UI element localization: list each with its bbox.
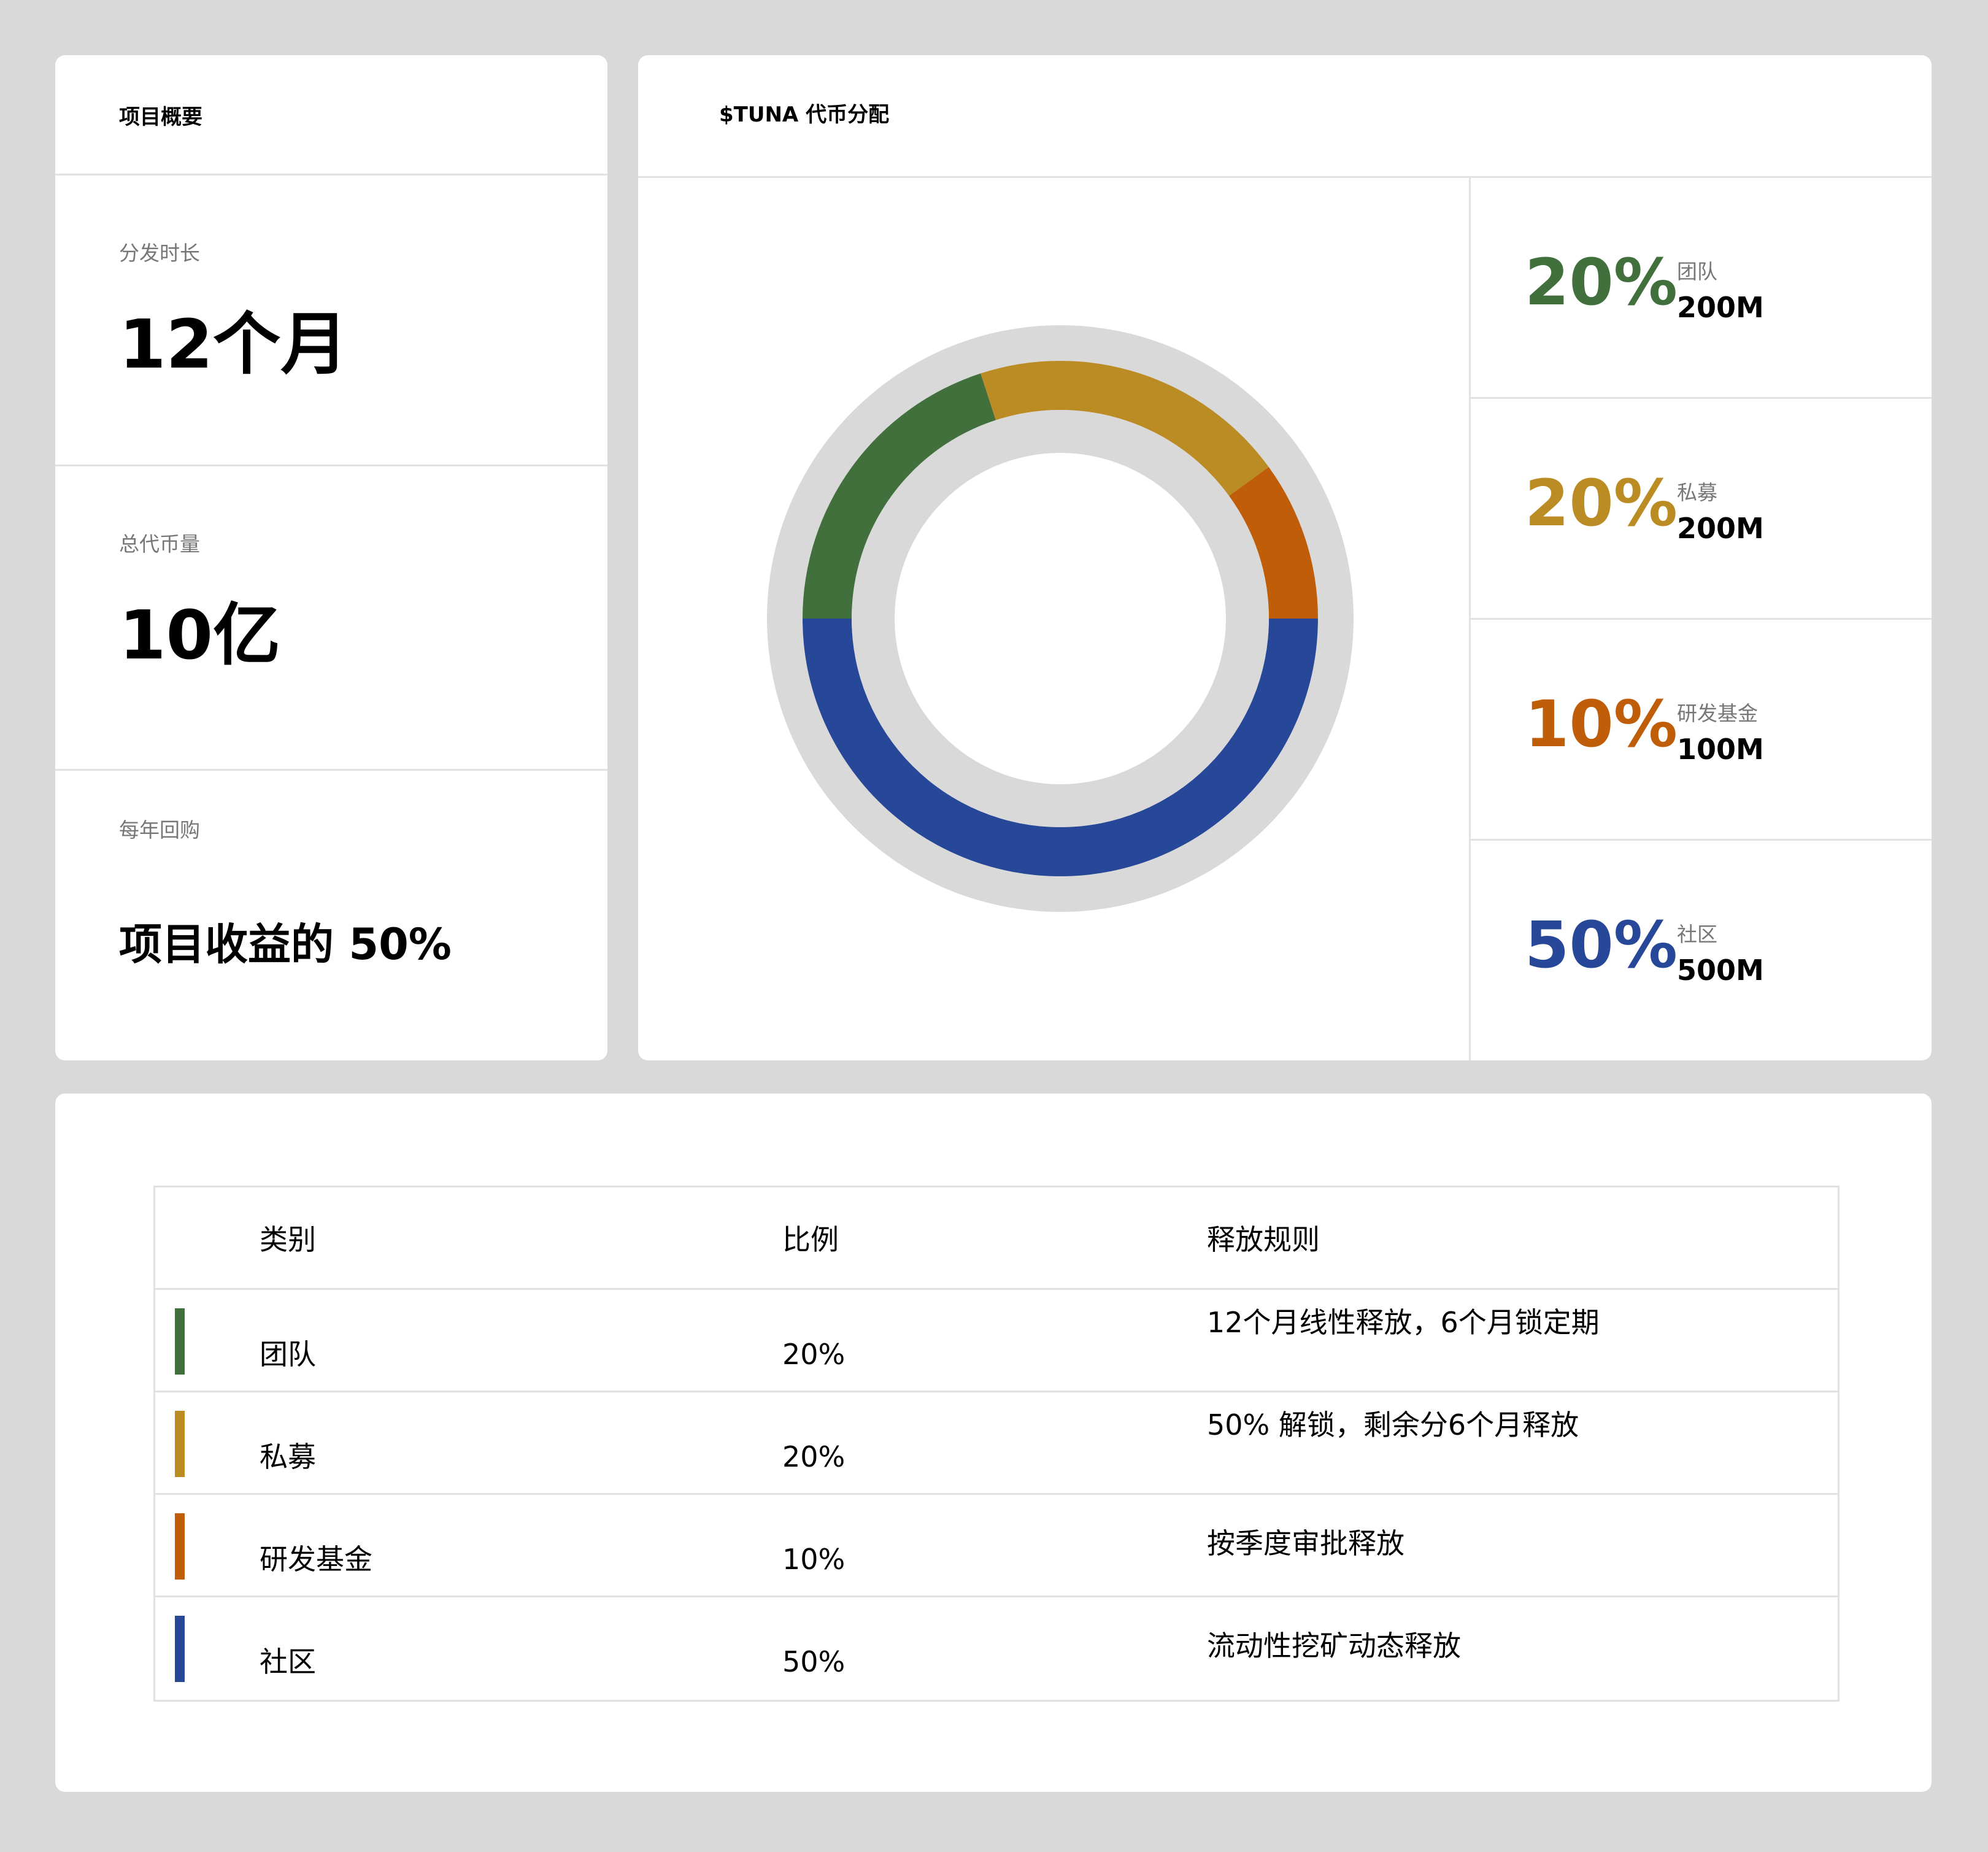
table-row: 研发基金 10% 按季度审批释放 [155, 1495, 1838, 1597]
legend-percent: 20% [1525, 466, 1678, 541]
header-rule: 释放规则 [1207, 1223, 1320, 1256]
legend-amount: 100M [1677, 733, 1764, 766]
stat-label: 分发时长 [119, 241, 200, 265]
stat-distribution-duration: 分发时长 12个月 [55, 176, 607, 466]
cell-ratio: 20% [782, 1440, 846, 1473]
cell-ratio: 10% [782, 1543, 846, 1576]
header-category: 类别 [260, 1223, 316, 1256]
table-row: 社区 50% 流动性挖矿动态释放 [155, 1597, 1838, 1700]
legend-item-community: 50% 社区 500M [1471, 841, 1932, 1060]
legend-item-rd-fund: 10% 研发基金 100M [1471, 620, 1932, 841]
stat-label: 总代币量 [119, 532, 200, 556]
stat-value: 项目收益的 50% [119, 919, 452, 970]
table-row: 私募 20% 50% 解锁，剩余分6个月释放 [155, 1392, 1838, 1495]
allocation-card: $TUNA 代币分配 20% 团队 200M 20% 私募 200M 10% 研… [638, 55, 1932, 1060]
cell-category: 团队 [260, 1338, 316, 1371]
legend-amount: 500M [1677, 954, 1764, 987]
overview-title: 项目概要 [119, 105, 202, 129]
legend-percent: 20% [1525, 245, 1678, 320]
legend-amount: 200M [1677, 291, 1764, 324]
table-row: 团队 20% 12个月线性释放，6个月锁定期 [155, 1290, 1838, 1392]
legend-percent: 10% [1525, 687, 1678, 762]
cell-category: 私募 [260, 1440, 316, 1473]
overview-header: 项目概要 [55, 55, 607, 176]
legend-name: 团队 [1677, 260, 1717, 284]
cell-category: 社区 [260, 1645, 316, 1678]
category-color-swatch [175, 1308, 185, 1375]
category-color-swatch [175, 1616, 185, 1682]
legend-percent: 50% [1525, 908, 1678, 982]
cell-category: 研发基金 [260, 1543, 372, 1576]
cell-ratio: 50% [782, 1645, 846, 1678]
table-header-row: 类别 比例 释放规则 [155, 1187, 1838, 1290]
stat-annual-buyback: 每年回购 项目收益的 50% [55, 771, 607, 1053]
stat-value: 10亿 [119, 596, 281, 674]
release-table: 类别 比例 释放规则 团队 20% 12个月线性释放，6个月锁定期 私募 20%… [153, 1186, 1840, 1702]
legend-name: 私募 [1677, 480, 1717, 504]
cell-rule: 流动性挖矿动态释放 [1207, 1629, 1461, 1662]
release-table-card: 类别 比例 释放规则 团队 20% 12个月线性释放，6个月锁定期 私募 20%… [55, 1094, 1932, 1792]
legend-item-private-sale: 20% 私募 200M [1471, 399, 1932, 620]
legend-name: 研发基金 [1677, 701, 1758, 725]
allocation-legend: 20% 团队 200M 20% 私募 200M 10% 研发基金 100M 50… [1469, 178, 1932, 1060]
donut-chart-area [638, 178, 1469, 1060]
stat-label: 每年回购 [119, 818, 200, 842]
category-color-swatch [175, 1411, 185, 1477]
cell-rule: 12个月线性释放，6个月锁定期 [1207, 1306, 1600, 1339]
legend-item-team: 20% 团队 200M [1471, 178, 1932, 399]
category-color-swatch [175, 1513, 185, 1580]
donut-hole [895, 453, 1226, 784]
stat-total-supply: 总代币量 10亿 [55, 466, 607, 771]
cell-ratio: 20% [782, 1338, 846, 1371]
legend-name: 社区 [1677, 922, 1717, 946]
allocation-title: $TUNA 代币分配 [719, 102, 890, 127]
legend-amount: 200M [1677, 512, 1764, 545]
header-ratio: 比例 [782, 1223, 839, 1256]
overview-card: 项目概要 分发时长 12个月 总代币量 10亿 每年回购 项目收益的 50% [55, 55, 607, 1060]
allocation-header: $TUNA 代币分配 [638, 55, 1932, 178]
stat-value: 12个月 [119, 305, 349, 384]
cell-rule: 按季度审批释放 [1207, 1527, 1404, 1560]
donut-chart [767, 325, 1354, 912]
cell-rule: 50% 解锁，剩余分6个月释放 [1207, 1408, 1579, 1441]
